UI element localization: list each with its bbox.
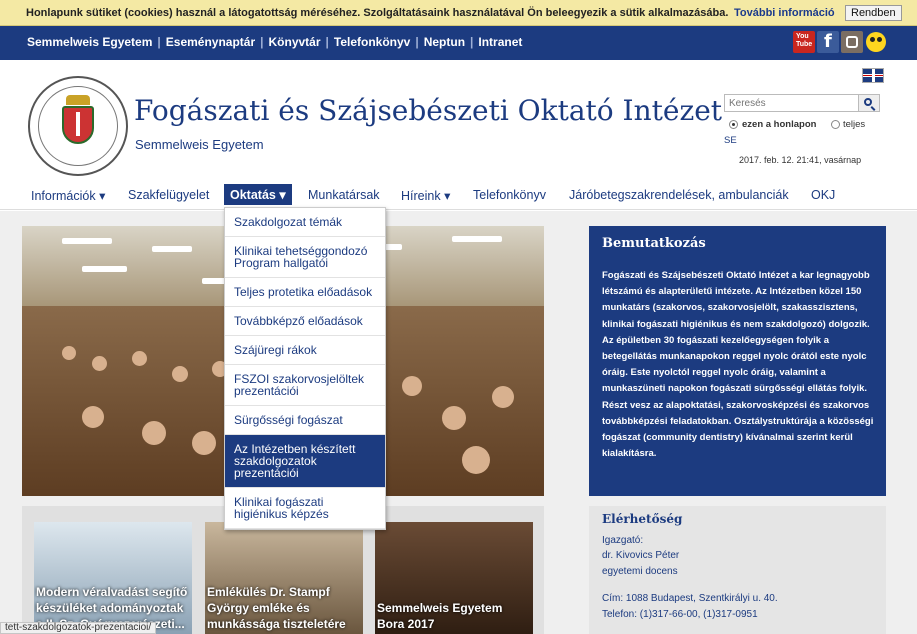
menu-jarobeteg[interactable]: Járóbetegszakrendelések, ambulanciák (569, 188, 789, 202)
accessibility-icon[interactable] (865, 31, 887, 53)
dropdown-item-tovabbkepzo[interactable]: Továbbképző előadások (225, 307, 385, 336)
facebook-icon[interactable]: f (817, 31, 839, 53)
topnav-konyvtar[interactable]: Könyvtár (269, 35, 321, 49)
news-card-title[interactable]: Semmelweis Egyetem Bora 2017 (377, 600, 531, 632)
cookie-accept-button[interactable]: Rendben (845, 5, 902, 21)
topnav-intranet[interactable]: Intranet (478, 35, 522, 49)
menu-oktatas[interactable]: Oktatás ▾ (224, 184, 292, 205)
dropdown-item-teljes-protetika[interactable]: Teljes protetika előadások (225, 278, 385, 307)
dropdown-item-higienikus-kepzes[interactable]: Klinikai fogászati higiénikus képzés (225, 488, 385, 529)
director-name[interactable]: dr. Kivovics Péter (602, 550, 679, 561)
intro-text: Fogászati és Szájsebészeti Oktató Intéze… (602, 270, 874, 460)
contact-phone: Telefon: (1)317-66-00, (1)317-0951 (602, 609, 758, 620)
search-button[interactable] (858, 94, 880, 112)
contact-heading: Elérhetőség (602, 512, 683, 526)
dropdown-item-klinikai-tehetseg[interactable]: Klinikai tehetséggondozó Program hallgat… (225, 237, 385, 278)
menu-telefonkonyv[interactable]: Telefonkönyv (473, 188, 546, 202)
contact-address: Cím: 1088 Budapest, Szentkirályi u. 40. (602, 593, 778, 604)
browser-status-url: tett-szakdolgozatok-prezentacioi/ (0, 622, 157, 634)
dropdown-item-szakdolgozat-temak[interactable]: Szakdolgozat témák (225, 208, 385, 237)
current-datetime: 2017. feb. 12. 21:41, vasárnap (739, 155, 862, 165)
cookie-more-link[interactable]: További információ (734, 7, 835, 19)
news-card[interactable]: Modern véralvadást segítő készüléket ado… (34, 522, 192, 634)
se-label: SE (724, 135, 737, 146)
cookie-bar: Honlapunk sütiket (cookies) használ a lá… (0, 0, 917, 26)
topnav-semmelweis[interactable]: Semmelweis Egyetem (27, 35, 152, 49)
site-subtitle: Semmelweis Egyetem (135, 137, 264, 152)
oktatas-dropdown-menu: Szakdolgozat témák Klinikai tehetséggond… (224, 207, 386, 530)
search-input[interactable] (724, 94, 859, 112)
cookie-message: Honlapunk sütiket (cookies) használ a lá… (26, 7, 729, 19)
radio-this-page[interactable] (729, 120, 738, 129)
dropdown-item-szajuregi-rakok[interactable]: Szájüregi rákok (225, 336, 385, 365)
youtube-icon[interactable]: You Tube (793, 31, 815, 53)
dropdown-item-fszoi[interactable]: FSZOI szakorvosjelöltek prezentációi (225, 365, 385, 406)
menu-munkatarsak[interactable]: Munkatársak (308, 188, 380, 202)
news-card[interactable]: Emlékülés Dr. Stampf György emléke és mu… (205, 522, 363, 634)
instagram-icon[interactable] (841, 31, 863, 53)
director-label: Igazgató: (602, 535, 644, 546)
intro-panel: Bemutatkozás Fogászati és Szájsebészeti … (589, 226, 886, 496)
dropdown-item-szakdolgozatok-prezentacioi[interactable]: Az Intézetben készített szakdolgozatok p… (225, 435, 385, 488)
uk-flag-icon[interactable] (862, 68, 884, 83)
intro-heading: Bemutatkozás (602, 236, 706, 251)
director-title: egyetemi docens (602, 566, 678, 577)
site-title[interactable]: Fogászati és Szájsebészeti Oktató Intéze… (134, 94, 722, 127)
search-icon (864, 98, 872, 106)
menu-informaciok[interactable]: Információk ▾ (31, 188, 105, 203)
dropdown-item-surgossegi[interactable]: Sürgősségi fogászat (225, 406, 385, 435)
main-menu: Információk ▾ Szakfelügyelet Oktatás ▾ M… (0, 180, 917, 210)
topnav-neptun[interactable]: Neptun (424, 35, 465, 49)
radio-full[interactable] (831, 120, 840, 129)
news-card-title[interactable]: Emlékülés Dr. Stampf György emléke és mu… (207, 584, 361, 632)
menu-szakfelugyelet[interactable]: Szakfelügyelet (128, 188, 209, 202)
menu-hireink[interactable]: Híreink ▾ (401, 188, 450, 203)
topnav-telefonkonyv[interactable]: Telefonkönyv (334, 35, 410, 49)
topnav-esemenynaptar[interactable]: Eseménynaptár (166, 35, 255, 49)
university-seal-logo[interactable] (28, 76, 128, 176)
contact-panel: Elérhetőség Igazgató: dr. Kivovics Péter… (589, 506, 886, 634)
top-navigation: Semmelweis Egyetem | Eseménynaptár | Könyv… (0, 26, 917, 60)
news-card[interactable]: Semmelweis Egyetem Bora 2017 (375, 522, 533, 634)
radio-full-label: teljes (843, 119, 866, 130)
menu-okj[interactable]: OKJ (811, 188, 835, 202)
radio-this-page-label: ezen a honlapon (742, 119, 817, 130)
